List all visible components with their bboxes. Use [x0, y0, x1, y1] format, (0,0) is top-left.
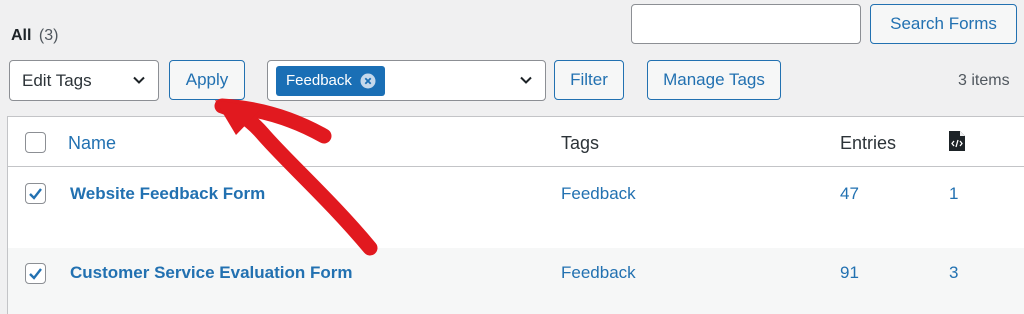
entries-count-link[interactable]: 91: [840, 263, 859, 283]
tag-chip-label: Feedback: [286, 72, 352, 89]
filter-all[interactable]: All (3): [11, 27, 58, 45]
checkmark-icon: [29, 188, 42, 200]
bulk-actions-value: Edit Tags: [22, 70, 92, 90]
row-checkbox[interactable]: [25, 263, 46, 284]
file-code-icon: [949, 131, 965, 151]
form-tag-link[interactable]: Feedback: [561, 263, 636, 283]
export-count-link[interactable]: 3: [949, 263, 958, 283]
table-row: Website Feedback Form Feedback 47 1: [8, 168, 1024, 248]
manage-tags-button[interactable]: Manage Tags: [647, 60, 781, 100]
select-all-checkbox[interactable]: [25, 132, 46, 153]
remove-tag-icon[interactable]: [360, 73, 376, 89]
table-header: Name Tags Entries: [8, 117, 1024, 167]
column-name[interactable]: Name: [68, 133, 116, 154]
tag-filter-select[interactable]: Feedback: [267, 60, 546, 101]
column-entries: Entries: [840, 133, 897, 153]
selected-tag-chip[interactable]: Feedback: [276, 65, 385, 96]
row-checkbox[interactable]: [25, 183, 46, 204]
column-tags: Tags: [561, 133, 600, 153]
form-name-link[interactable]: Customer Service Evaluation Form: [70, 263, 352, 283]
filter-button[interactable]: Filter: [554, 60, 624, 100]
search-forms-button[interactable]: Search Forms: [870, 4, 1017, 44]
form-tag-link[interactable]: Feedback: [561, 184, 636, 204]
export-count-link[interactable]: 1: [949, 184, 958, 204]
bulk-actions-select[interactable]: Edit Tags: [9, 60, 159, 101]
checkmark-icon: [29, 268, 42, 280]
forms-table: Name Tags Entries Website Feedback Form …: [7, 116, 1024, 314]
chevron-down-icon: [133, 76, 145, 84]
entries-count-link[interactable]: 47: [840, 184, 859, 204]
apply-button[interactable]: Apply: [169, 60, 245, 100]
items-count: 3 items: [958, 72, 1010, 89]
chevron-down-icon: [520, 76, 532, 84]
table-row: Customer Service Evaluation Form Feedbac…: [8, 248, 1024, 314]
search-input[interactable]: [631, 4, 861, 44]
form-name-link[interactable]: Website Feedback Form: [70, 184, 265, 204]
filter-all-label[interactable]: All: [11, 27, 31, 44]
filter-all-count: (3): [38, 27, 59, 44]
